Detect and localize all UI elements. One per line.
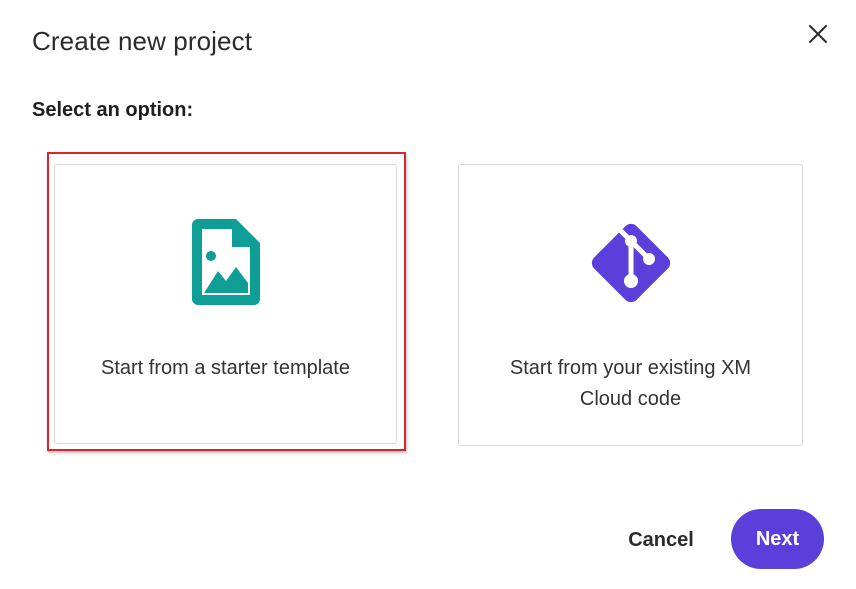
image-file-icon	[191, 219, 260, 310]
close-icon	[809, 25, 827, 43]
dialog-title: Create new project	[32, 26, 253, 56]
option-label-existing-code: Start from your existing XM Cloud code	[509, 357, 752, 410]
close-button[interactable]	[803, 19, 833, 49]
create-project-dialog: Create new project Select an option: Sta…	[0, 0, 856, 589]
next-button[interactable]: Next	[731, 509, 824, 569]
option-card-existing-code[interactable]: Start from your existing XM Cloud code	[458, 164, 803, 446]
git-icon	[587, 219, 675, 312]
option-label-starter-template: Start from a starter template	[101, 357, 350, 379]
option-card-starter-template[interactable]: Start from a starter template	[54, 164, 397, 444]
cancel-button[interactable]: Cancel	[614, 518, 708, 562]
select-option-label: Select an option:	[32, 99, 194, 121]
